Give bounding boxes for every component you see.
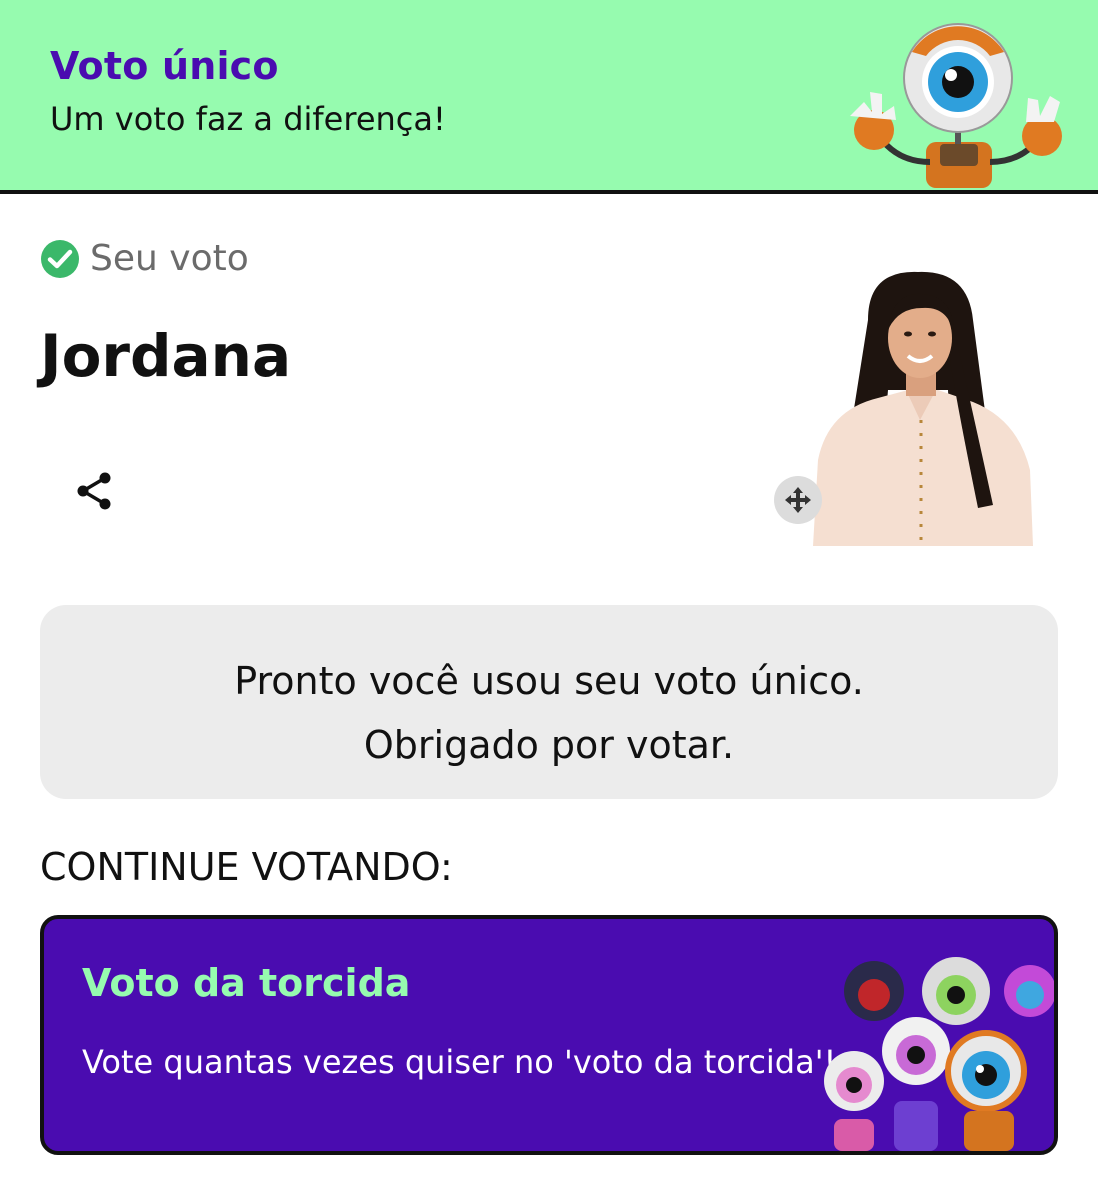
header-banner: Voto único Um voto faz a diferença!	[0, 0, 1098, 194]
vote-confirmation-notice: Pronto você usou seu voto único. Obrigad…	[40, 605, 1058, 799]
eye-robot-mascot-icon	[850, 23, 1062, 188]
continue-voting-heading: CONTINUE VOTANDO:	[40, 845, 453, 889]
fan-vote-title: Voto da torcida	[82, 961, 411, 1005]
candidate-photo	[813, 271, 1033, 546]
notice-line-1: Pronto você usou seu voto único.	[234, 659, 864, 703]
candidate-name: Jordana	[40, 322, 292, 390]
eye-robots-group-icon	[824, 957, 1054, 1151]
notice-line-2: Obrigado por votar.	[363, 723, 735, 767]
vote-status: Seu voto	[40, 238, 249, 279]
check-circle-icon	[41, 239, 79, 278]
vote-status-label: Seu voto	[90, 238, 249, 279]
page-subtitle: Um voto faz a diferença!	[50, 100, 446, 138]
fan-vote-card[interactable]: Voto da torcida Vote quantas vezes quise…	[40, 915, 1058, 1155]
fan-vote-description: Vote quantas vezes quiser no 'voto da to…	[82, 1043, 837, 1081]
move-button[interactable]	[774, 476, 822, 524]
move-arrows-icon	[785, 487, 811, 513]
page-title: Voto único	[50, 44, 279, 88]
share-icon[interactable]	[72, 468, 118, 514]
